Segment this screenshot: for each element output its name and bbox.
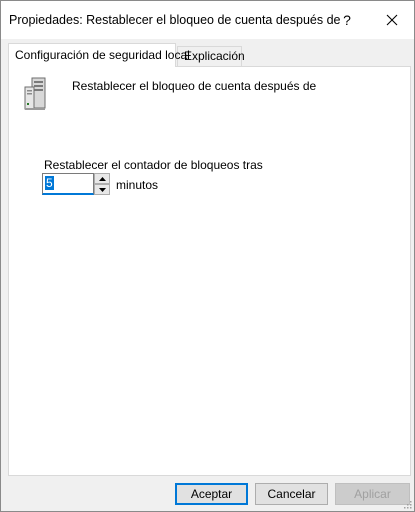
tab-panel: Restablecer el bloqueo de cuenta después… (8, 66, 411, 476)
close-icon (386, 14, 398, 26)
policy-title: Restablecer el bloqueo de cuenta después… (72, 79, 317, 93)
help-icon: ? (343, 12, 351, 28)
cancel-button[interactable]: Cancelar (255, 483, 328, 505)
close-button[interactable] (369, 1, 415, 39)
resize-grip-icon[interactable] (402, 499, 412, 509)
arrow-up-icon (98, 176, 106, 181)
arrow-down-icon (98, 187, 106, 192)
minutes-spinner[interactable] (94, 173, 110, 195)
spin-up-button[interactable] (94, 173, 110, 184)
tab-local-security-setting[interactable]: Configuración de seguridad local (8, 43, 190, 67)
help-button[interactable]: ? (324, 1, 370, 39)
minutes-unit-label: minutos (116, 178, 159, 192)
spin-down-button[interactable] (94, 184, 110, 195)
minutes-value: 5 (45, 176, 54, 190)
reset-counter-label: Restablecer el contador de bloqueos tras (44, 158, 263, 172)
minutes-input[interactable]: 5 (42, 173, 94, 195)
window-title: Propiedades: Restablecer el bloqueo de c… (9, 13, 341, 27)
properties-dialog: Propiedades: Restablecer el bloqueo de c… (0, 0, 415, 512)
apply-button[interactable]: Aplicar (335, 483, 410, 505)
server-policy-icon (24, 77, 46, 110)
title-bar[interactable]: Propiedades: Restablecer el bloqueo de c… (1, 1, 414, 39)
ok-button[interactable]: Aceptar (175, 483, 248, 505)
